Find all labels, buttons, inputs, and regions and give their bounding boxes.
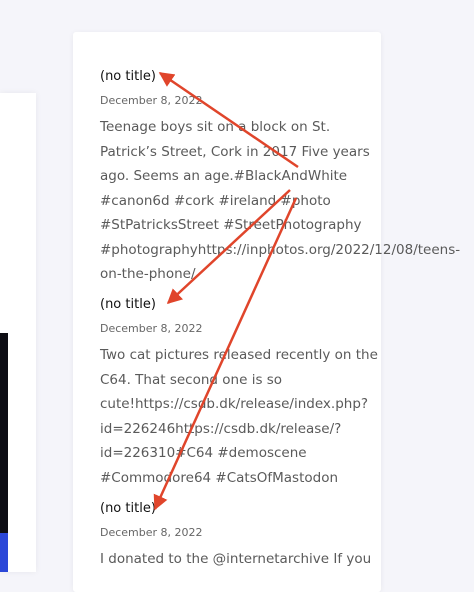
annotation-arrows bbox=[153, 71, 299, 511]
annotation-arrow-3 bbox=[153, 197, 298, 511]
annotation-arrow-1 bbox=[158, 71, 299, 169]
annotation-arrow-2 bbox=[166, 189, 291, 305]
